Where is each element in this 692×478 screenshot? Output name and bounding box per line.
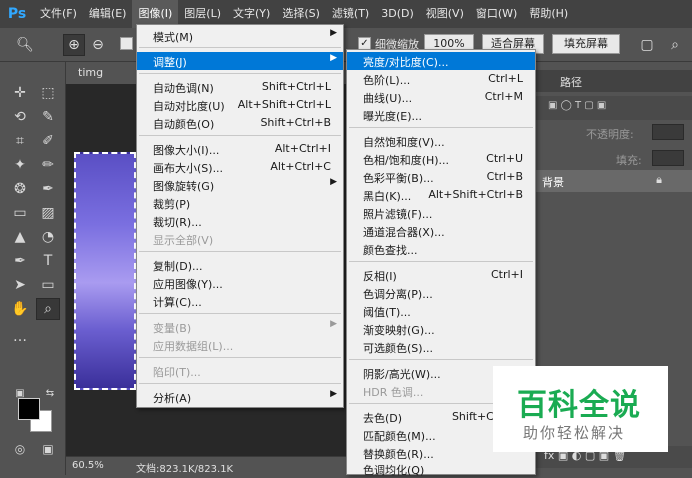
- menu-item-image-rotation[interactable]: 图像旋转(G) ▶: [137, 176, 343, 194]
- menu-item-analysis[interactable]: 分析(A) ▶: [137, 388, 343, 406]
- dodge-tool-icon[interactable]: ◔: [36, 226, 60, 248]
- opacity-label: 不透明度:: [586, 128, 634, 141]
- zoom-in-icon[interactable]: ⊕: [63, 34, 85, 56]
- menu-item-photo-filter[interactable]: 照片滤镜(F)...: [347, 204, 535, 222]
- menu-item-levels[interactable]: 色阶(L)... Ctrl+L: [347, 70, 535, 88]
- gradient-tool-icon[interactable]: ▨: [36, 202, 60, 224]
- menu-item-exposure[interactable]: 曝光度(E)...: [347, 106, 535, 124]
- menu-item-image-size[interactable]: 图像大小(I)... Alt+Ctrl+I: [137, 140, 343, 158]
- clone-stamp-icon[interactable]: ❂: [8, 178, 32, 200]
- zoom-out-icon[interactable]: ⊖: [87, 34, 109, 56]
- image-menu-dropdown: 模式(M) ▶ 调整(J) ▶ 自动色调(N) Shift+Ctrl+L 自动对比度(…: [136, 24, 344, 408]
- marquee-tool-icon[interactable]: ⬚: [36, 82, 60, 104]
- brush-tool-icon[interactable]: ✏: [36, 154, 60, 176]
- photoshop-logo: Ps: [7, 6, 27, 22]
- tab-paths[interactable]: 路径: [560, 74, 582, 90]
- fill-label: 填充:: [616, 154, 642, 167]
- menu-item-posterize[interactable]: 色调分离(P)...: [347, 284, 535, 302]
- layer-filter-row: ▣ ◯ T ▢ ▣: [536, 96, 692, 120]
- menu-item-auto-color[interactable]: 自动颜色(O) Shift+Ctrl+B: [137, 114, 343, 132]
- quick-mask-icon[interactable]: ◎: [8, 438, 32, 460]
- menu-item-black-white[interactable]: 黑白(K)... Alt+Shift+Ctrl+B: [347, 186, 535, 204]
- menu-3d[interactable]: 3D(D): [375, 0, 420, 28]
- fill-field[interactable]: [652, 150, 684, 166]
- menu-item-adjustments[interactable]: 调整(J) ▶: [137, 52, 343, 70]
- history-brush-icon[interactable]: ✒: [36, 178, 60, 200]
- quick-select-tool-icon[interactable]: ✎: [36, 106, 60, 128]
- menu-item-trim[interactable]: 裁切(R)...: [137, 212, 343, 230]
- opacity-field[interactable]: [652, 124, 684, 140]
- pen-tool-icon[interactable]: ✒: [8, 250, 32, 272]
- fill-screen-button[interactable]: 填充屏幕: [552, 34, 620, 54]
- screen-mode-icon[interactable]: ▣: [36, 438, 60, 460]
- menu-item-color-balance[interactable]: 色彩平衡(B)... Ctrl+B: [347, 168, 535, 186]
- document-image[interactable]: [74, 152, 136, 390]
- menu-item-auto-contrast[interactable]: 自动对比度(U) Alt+Shift+Ctrl+L: [137, 96, 343, 114]
- menu-item-apply-data-set[interactable]: 应用数据组(L)...: [137, 336, 343, 354]
- menu-bar: Ps 文件(F) 编辑(E) 图像(I) 图层(L) 文字(Y) 选择(S) 滤…: [0, 0, 692, 28]
- crop-tool-icon[interactable]: ⌗: [8, 130, 32, 152]
- eyedropper-tool-icon[interactable]: ✐: [36, 130, 60, 152]
- menu-window[interactable]: 窗口(W): [470, 0, 523, 28]
- move-tool-icon[interactable]: ✛: [8, 82, 32, 104]
- menu-item-gradient-map[interactable]: 渐变映射(G)...: [347, 320, 535, 338]
- rectangle-tool-icon[interactable]: ▭: [36, 274, 60, 296]
- menu-view[interactable]: 视图(V): [420, 0, 470, 28]
- more-tools-icon[interactable]: …: [8, 326, 32, 348]
- swap-colors-icon[interactable]: ⇆: [38, 382, 62, 404]
- menu-item-invert[interactable]: 反相(I) Ctrl+I: [347, 266, 535, 284]
- menu-item-threshold[interactable]: 阈值(T)...: [347, 302, 535, 320]
- status-bar: 60.5% 文档:823.1K/823.1K: [66, 456, 346, 475]
- menu-item-vibrance[interactable]: 自然饱和度(V)...: [347, 132, 535, 150]
- menu-item-equalize[interactable]: 色调均化(Q): [347, 460, 535, 478]
- menu-item-curves[interactable]: 曲线(U)... Ctrl+M: [347, 88, 535, 106]
- zoom-tool-preset-icon[interactable]: 🔍︎: [14, 34, 36, 56]
- path-select-icon[interactable]: ➤: [8, 274, 32, 296]
- lock-icon: 🔒︎: [656, 173, 662, 186]
- menu-item-calculations[interactable]: 计算(C)...: [137, 292, 343, 310]
- lasso-tool-icon[interactable]: ⟲: [8, 106, 32, 128]
- search-icon[interactable]: ⌕: [664, 34, 686, 56]
- hand-tool-icon[interactable]: ✋: [8, 298, 32, 320]
- menu-item-duplicate[interactable]: 复制(D)...: [137, 256, 343, 274]
- menu-item-selective-color[interactable]: 可选颜色(S)...: [347, 338, 535, 356]
- doc-size: 文档:823.1K/823.1K: [136, 464, 234, 475]
- watermark-title: 百科全说: [517, 388, 641, 423]
- menu-item-auto-tone[interactable]: 自动色调(N) Shift+Ctrl+L: [137, 78, 343, 96]
- background-layer-row[interactable]: 背景 🔒︎: [536, 170, 692, 192]
- workspace-icon[interactable]: ▢: [636, 34, 658, 56]
- menu-item-reveal-all[interactable]: 显示全部(V): [137, 230, 343, 248]
- document-tab[interactable]: timg (1).jpg: [68, 62, 138, 101]
- watermark-subtitle: 助你轻松解决: [523, 424, 626, 442]
- layer-name: 背景: [542, 176, 564, 189]
- menu-item-trap[interactable]: 陷印(T)...: [137, 362, 343, 380]
- tools-panel: ✛ ⬚ ⟲ ✎ ⌗ ✐ ✦ ✏ ❂ ✒ ▭ ▨ ▲ ◔ ✒ T ➤ ▭ ✋ ⌕ …: [0, 62, 66, 475]
- zoom-tool-icon[interactable]: ⌕: [36, 298, 60, 320]
- type-tool-icon[interactable]: T: [36, 250, 60, 272]
- menu-item-color-lookup[interactable]: 颜色查找...: [347, 240, 535, 258]
- menu-item-crop[interactable]: 裁剪(P): [137, 194, 343, 212]
- menu-item-variables[interactable]: 变量(B) ▶: [137, 318, 343, 336]
- watermark: 百科全说 助你轻松解决: [493, 366, 668, 452]
- layer-filter-icons[interactable]: ▣ ◯ T ▢ ▣: [548, 100, 606, 111]
- menu-file[interactable]: 文件(F): [34, 0, 83, 28]
- menu-item-canvas-size[interactable]: 画布大小(S)... Alt+Ctrl+C: [137, 158, 343, 176]
- menu-item-apply-image[interactable]: 应用图像(Y)...: [137, 274, 343, 292]
- menu-help[interactable]: 帮助(H): [523, 0, 574, 28]
- eraser-tool-icon[interactable]: ▭: [8, 202, 32, 224]
- default-colors-icon[interactable]: ▣: [8, 382, 32, 404]
- zoom-level[interactable]: 60.5%: [72, 460, 104, 471]
- healing-brush-icon[interactable]: ✦: [8, 154, 32, 176]
- menu-item-brightness-contrast[interactable]: 亮度/对比度(C)...: [347, 52, 535, 70]
- blur-tool-icon[interactable]: ▲: [8, 226, 32, 248]
- menu-item-hue-saturation[interactable]: 色相/饱和度(H)... Ctrl+U: [347, 150, 535, 168]
- menu-item-channel-mixer[interactable]: 通道混合器(X)...: [347, 222, 535, 240]
- resize-windows-checkbox[interactable]: [120, 37, 133, 50]
- menu-item-mode[interactable]: 模式(M) ▶: [137, 27, 343, 45]
- menu-edit[interactable]: 编辑(E): [83, 0, 133, 28]
